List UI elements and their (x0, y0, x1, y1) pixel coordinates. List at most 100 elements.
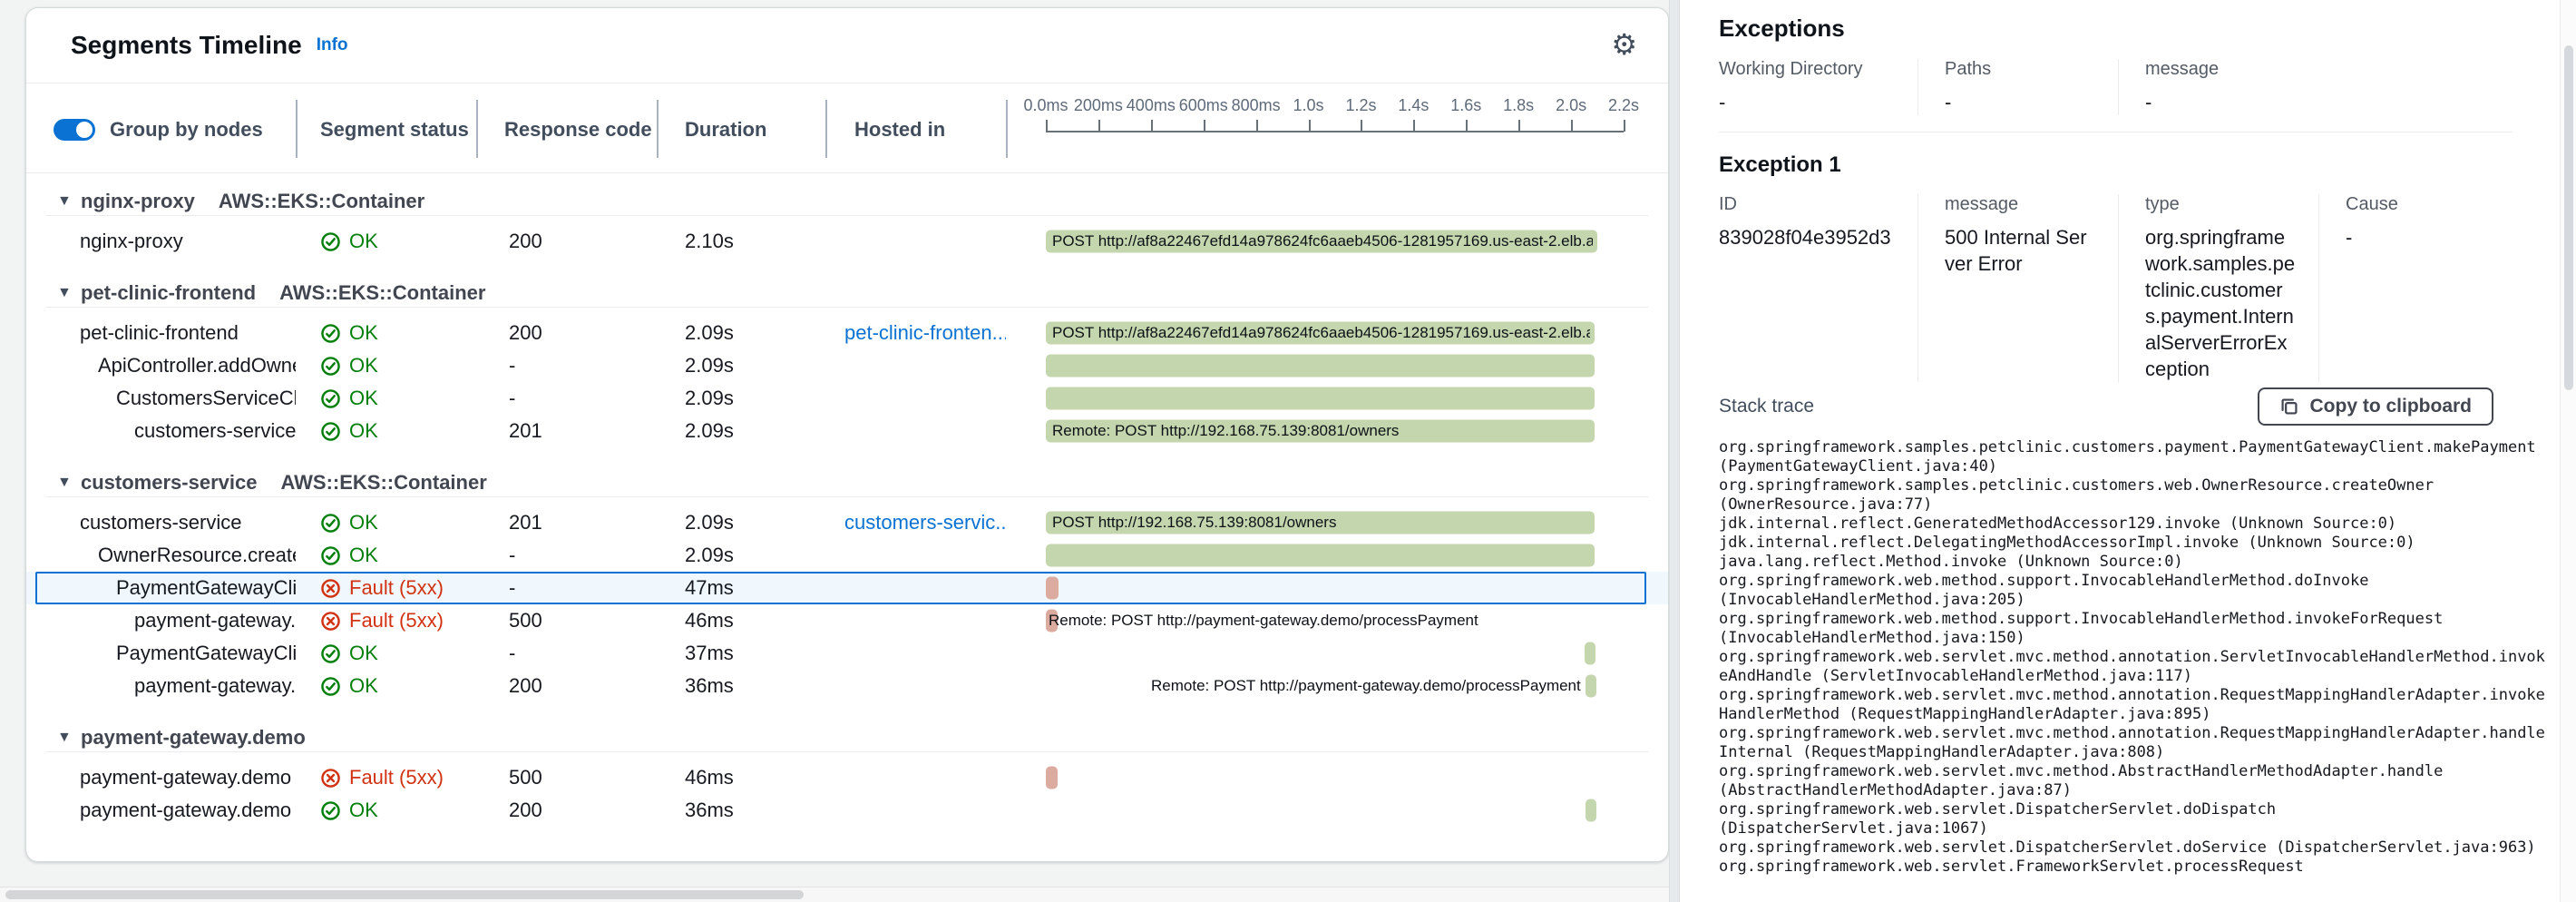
status-label: OK (349, 387, 378, 410)
ok-status-icon (320, 513, 341, 534)
segment-row[interactable]: customers-serviceOK2012.09scustomers-ser… (26, 506, 1668, 539)
timeline-bar[interactable] (1046, 767, 1058, 789)
duration-cell: 36ms (657, 799, 825, 822)
table-toolbar: Group by nodes Segment status Response c… (26, 83, 1668, 173)
segment-status-cell: OK (296, 799, 476, 822)
response-code-cell: 500 (476, 609, 657, 632)
stack-frame: org.springframework.web.servlet.mvc.meth… (1719, 724, 2545, 762)
hosted-in-cell: pet-clinic-fronten... (825, 321, 1006, 345)
timeline-bar[interactable] (1046, 387, 1595, 410)
ruler-tick-label: 1.8s (1503, 96, 1534, 115)
response-code-cell: - (476, 354, 657, 377)
segment-row[interactable]: OwnerResource.create...OK-2.09s (26, 539, 1668, 572)
duration-cell: 37ms (657, 642, 825, 665)
segment-row[interactable]: nginx-proxyOK2002.10sPOST http://af8a224… (26, 225, 1668, 258)
segment-row[interactable]: payment-gateway....OK20036msRemote: POST… (26, 670, 1668, 702)
timeline-bar[interactable] (1046, 577, 1059, 600)
segment-status-cell: OK (296, 387, 476, 410)
status-label: Fault (5xx) (349, 576, 444, 600)
segment-row[interactable]: CustomersServiceCli...OK-2.09s (26, 382, 1668, 415)
segment-row[interactable]: PaymentGatewayCli...Fault (5xx)-47ms (26, 572, 1668, 604)
segment-row[interactable]: payment-gateway.demoOK20036ms (26, 794, 1668, 827)
timeline-bar[interactable] (1585, 642, 1595, 665)
status-label: OK (349, 799, 378, 822)
group-by-nodes-toggle[interactable] (54, 119, 95, 141)
timeline-bar[interactable] (1586, 675, 1596, 698)
timeline-bar[interactable] (1586, 799, 1596, 822)
info-link[interactable]: Info (317, 35, 348, 55)
duration-cell: 2.09s (657, 511, 825, 534)
horizontal-scrollbar[interactable] (0, 887, 1669, 902)
segment-row[interactable]: payment-gateway....Fault (5xx)50046msRem… (26, 604, 1668, 637)
hosted-in-link[interactable]: customers-servic... (844, 511, 1006, 534)
exception-1-title: Exception 1 (1719, 152, 2576, 178)
segment-status-cell: Fault (5xx) (296, 766, 476, 789)
gear-icon[interactable]: ⚙ (1611, 30, 1637, 59)
segment-status-cell: OK (296, 544, 476, 567)
ok-status-icon (320, 643, 341, 664)
response-code-cell: - (476, 576, 657, 600)
field-column: type org.springframework.samples.petclini… (2118, 194, 2318, 382)
column-separator (825, 100, 827, 158)
field-value: 839028f04e3952d3 (1719, 224, 1896, 250)
group-by-nodes-control: Group by nodes (54, 118, 263, 142)
vertical-scrollbar-thumb[interactable] (2564, 45, 2573, 390)
hosted-in-cell: customers-servic... (825, 511, 1006, 534)
group-header[interactable]: ▼customers-serviceAWS::EKS::Container (26, 455, 1668, 496)
hosted-in-link[interactable]: pet-clinic-fronten... (844, 321, 1006, 344)
group-name: payment-gateway.demo (81, 726, 306, 750)
ok-status-icon (320, 323, 341, 344)
segments-timeline-panel: Segments Timeline Info ⚙ Group by nodes … (25, 7, 1669, 862)
timeline-bar[interactable] (1046, 544, 1595, 567)
group-rows: customers-serviceOK2012.09scustomers-ser… (26, 497, 1668, 710)
duration-cell: 36ms (657, 674, 825, 698)
segment-row[interactable]: ApiController.addOwnerOK-2.09s (26, 349, 1668, 382)
response-code-cell: - (476, 387, 657, 410)
ruler-tick-mark (1624, 120, 1625, 132)
field-label: message (1945, 194, 2096, 215)
copy-button-label: Copy to clipboard (2310, 396, 2473, 417)
timeline-cell: Remote: POST http://192.168.75.139:8081/… (1006, 415, 1668, 447)
group-header[interactable]: ▼payment-gateway.demo (26, 710, 1668, 751)
column-separator (657, 100, 659, 158)
segment-name: OwnerResource.create... (26, 544, 296, 567)
horizontal-scrollbar-thumb[interactable] (5, 890, 804, 899)
stack-frame: org.springframework.web.servlet.Framewor… (1719, 858, 2545, 877)
ruler-tick-label: 0.0ms (1023, 96, 1068, 115)
vertical-scrollbar[interactable] (2560, 0, 2576, 902)
duration-cell: 2.10s (657, 230, 825, 253)
group-header[interactable]: ▼nginx-proxyAWS::EKS::Container (26, 173, 1668, 215)
field-label: Paths (1945, 59, 2096, 80)
segment-status-cell: Fault (5xx) (296, 609, 476, 632)
group-name: pet-clinic-frontend (81, 281, 256, 305)
stack-frame: java.lang.reflect.Method.invoke (Unknown… (1719, 553, 2545, 572)
field-label: type (2145, 194, 2297, 215)
segment-row[interactable]: PaymentGatewayCli...OK-37ms (26, 637, 1668, 670)
duration-cell: 2.09s (657, 544, 825, 567)
segment-status-cell: OK (296, 321, 476, 345)
timeline-bar[interactable] (1046, 355, 1595, 377)
stack-frame: org.springframework.web.method.support.I… (1719, 610, 2545, 648)
field-column: Cause- (2318, 194, 2536, 382)
segment-row[interactable]: customers-serviceOK2012.09sRemote: POST … (26, 415, 1668, 447)
duration-cell: 46ms (657, 609, 825, 632)
segment-row[interactable]: payment-gateway.demoFault (5xx)50046ms (26, 761, 1668, 794)
copy-to-clipboard-button[interactable]: Copy to clipboard (2258, 387, 2494, 426)
field-value: org.springframework.samples.petclinic.cu… (2145, 224, 2297, 382)
field-value: - (2346, 224, 2514, 250)
status-label: Fault (5xx) (349, 609, 444, 632)
fault-status-icon (320, 768, 341, 789)
segment-name: customers-service (26, 419, 296, 443)
group-header[interactable]: ▼pet-clinic-frontendAWS::EKS::Container (26, 265, 1668, 307)
stack-frame: org.springframework.samples.petclinic.cu… (1719, 476, 2545, 515)
status-label: OK (349, 354, 378, 377)
group-type: AWS::EKS::Container (219, 190, 424, 213)
stack-frame: org.springframework.web.servlet.mvc.meth… (1719, 686, 2545, 724)
field-value: - (1719, 89, 1896, 115)
segment-status-cell: OK (296, 354, 476, 377)
stack-frame: org.springframework.web.servlet.mvc.meth… (1719, 762, 2545, 800)
timeline-cell: POST http://af8a22467efd14a978624fc6aaeb… (1006, 225, 1668, 258)
segment-row[interactable]: pet-clinic-frontendOK2002.09spet-clinic-… (26, 317, 1668, 349)
timeline-cell (1006, 761, 1668, 794)
column-header-response-code: Response code (504, 118, 652, 142)
